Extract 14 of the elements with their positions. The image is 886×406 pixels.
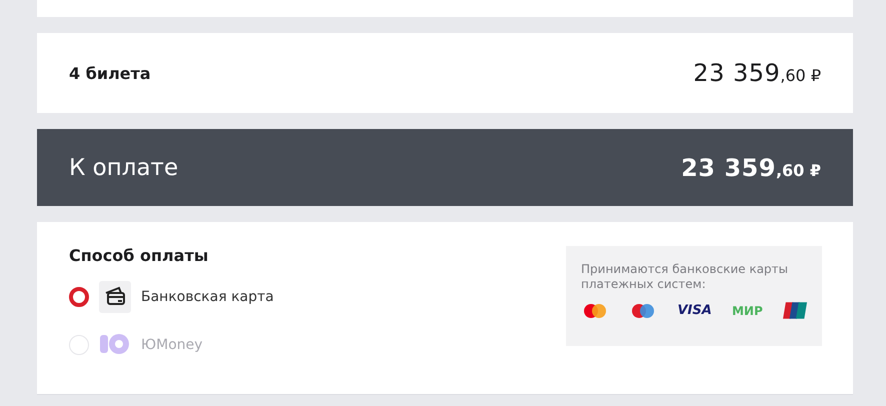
- card-brand-logo: МИР: [732, 304, 763, 318]
- total-price: 23 359,60 ₽: [681, 154, 821, 182]
- circles-logo-icon: [581, 302, 609, 318]
- section-title: Способ оплаты: [69, 246, 210, 265]
- ticket-count: 4 билета: [69, 64, 151, 82]
- stripes-logo-icon: [782, 302, 807, 319]
- method-label: Банковская карта: [141, 289, 274, 305]
- info-text: Принимаются банковские карты платежных систем:: [581, 262, 789, 292]
- method-label: ЮMoney: [141, 337, 203, 353]
- card-brand-logo: VISA: [677, 303, 712, 318]
- cards-icon: [99, 281, 131, 313]
- price: 23 359,60 ₽: [693, 59, 821, 87]
- radio-button[interactable]: [69, 287, 89, 307]
- total-label: К оплате: [69, 154, 178, 180]
